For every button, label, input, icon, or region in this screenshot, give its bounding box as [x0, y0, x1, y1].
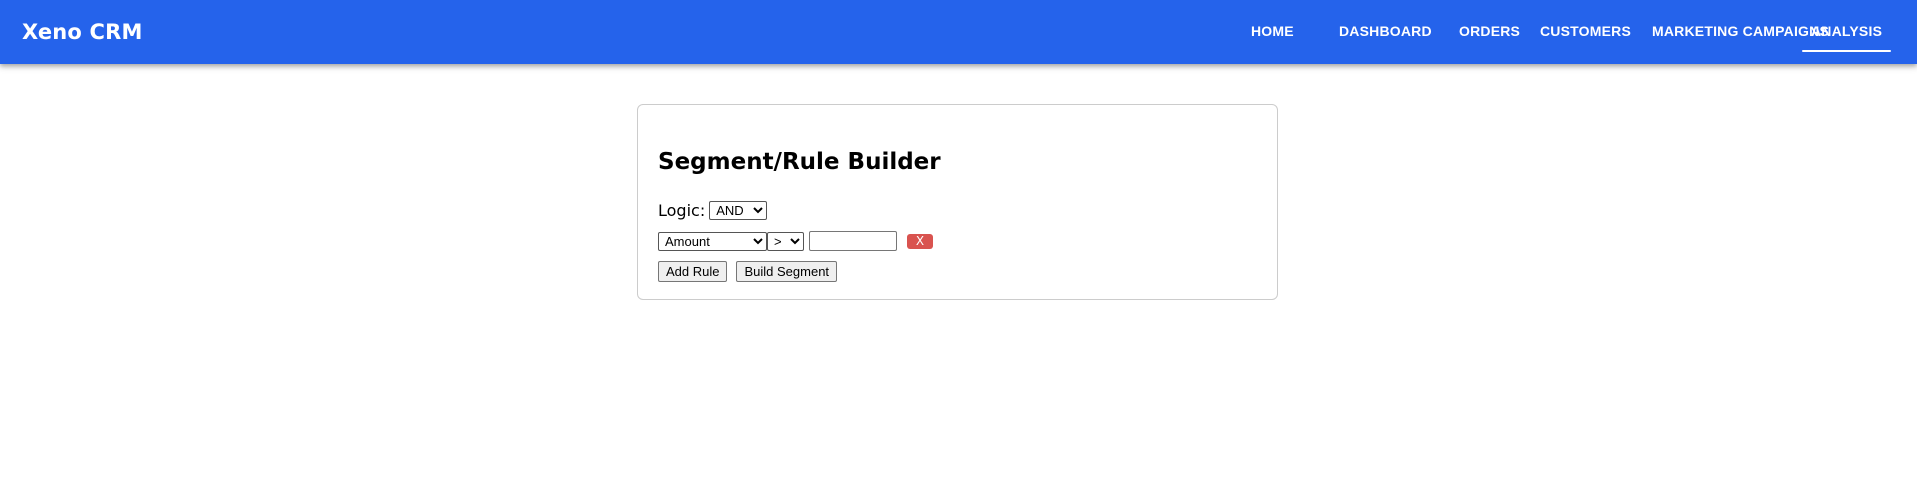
add-rule-button[interactable]: Add Rule	[658, 261, 728, 282]
nav-orders[interactable]: ORDERS	[1459, 12, 1520, 50]
nav-analysis[interactable]: ANALYSIS	[1801, 12, 1892, 52]
rule-operator-select[interactable]: >	[767, 231, 804, 251]
build-segment-button[interactable]: Build Segment	[736, 261, 838, 282]
logic-select[interactable]: AND	[709, 201, 768, 220]
action-buttons: Add Rule Build Segment	[658, 261, 838, 282]
logic-row: Logic: AND	[658, 201, 768, 220]
segment-builder-card: Segment/Rule Builder Logic: AND Amount >…	[637, 104, 1278, 300]
rule-value-input[interactable]	[809, 231, 897, 251]
nav-dashboard[interactable]: DASHBOARD	[1339, 12, 1432, 50]
nav-home[interactable]: HOME	[1251, 12, 1294, 50]
nav-customers[interactable]: CUSTOMERS	[1540, 12, 1631, 50]
logic-label: Logic:	[658, 201, 706, 220]
nav-marketing-campaigns[interactable]: MARKETING CAMPAIGNS	[1652, 12, 1829, 50]
rule-row: Amount > X	[658, 231, 933, 251]
rule-field-select[interactable]: Amount	[658, 231, 767, 251]
remove-rule-button[interactable]: X	[907, 233, 933, 249]
page-title: Segment/Rule Builder	[658, 149, 941, 175]
brand-logo[interactable]: Xeno CRM	[22, 0, 143, 64]
app-bar: Xeno CRM HOME DASHBOARD ORDERS CUSTOMERS…	[0, 0, 1917, 64]
